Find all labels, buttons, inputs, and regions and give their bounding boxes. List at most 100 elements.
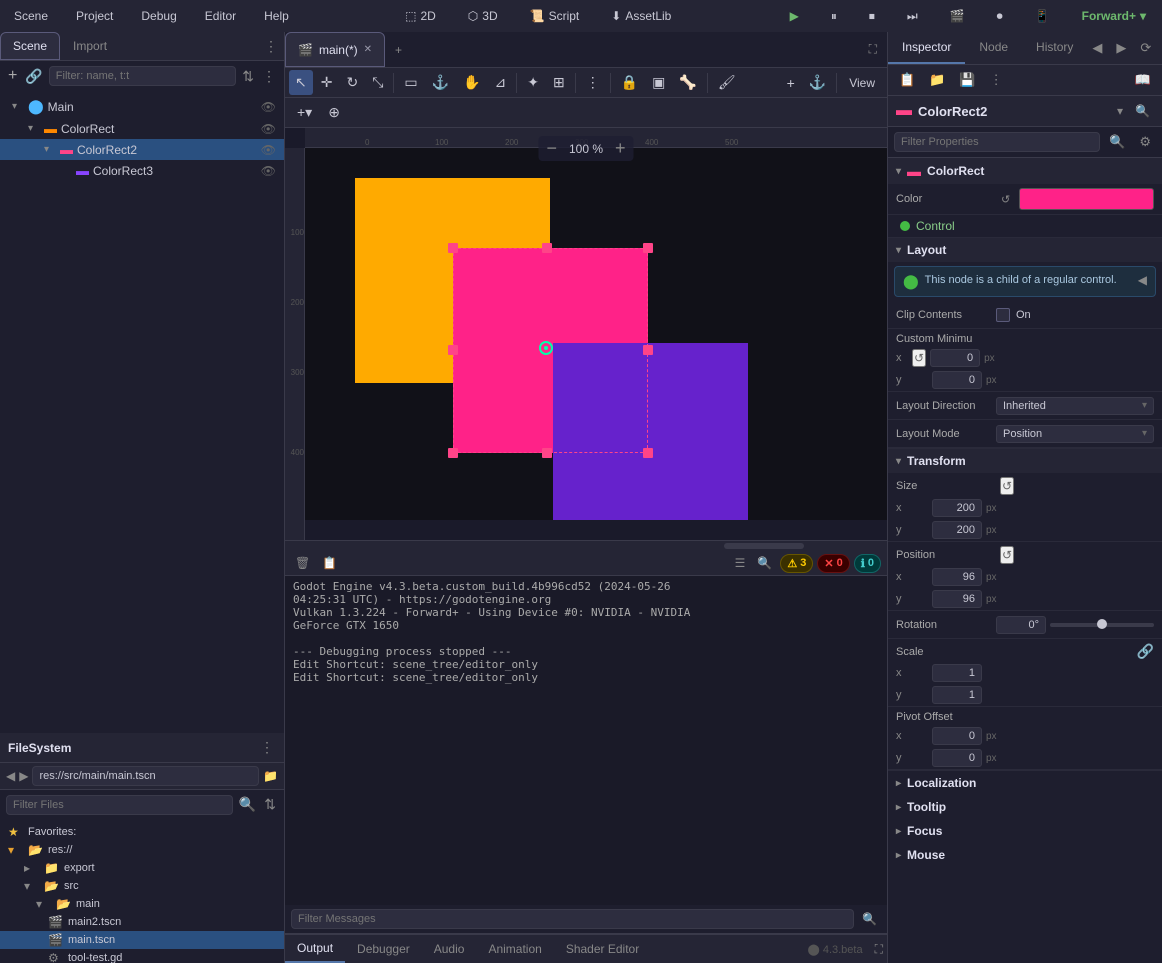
info-collapse-button[interactable]: ◀ bbox=[1138, 273, 1147, 287]
fs-item-res[interactable]: ▾ 📂 res:// bbox=[0, 841, 284, 859]
node-header-search[interactable]: 🔍 bbox=[1131, 102, 1154, 120]
handle-tm[interactable] bbox=[542, 243, 552, 253]
path-folder-button[interactable]: 📁 bbox=[263, 769, 278, 783]
console-list-button[interactable]: ☰ bbox=[731, 554, 750, 572]
tab-animation[interactable]: Animation bbox=[476, 936, 553, 962]
visibility-icon-cr3[interactable]: 👁 bbox=[261, 164, 276, 178]
console-filter-search-button[interactable]: 🔍 bbox=[858, 910, 881, 928]
center-snap[interactable]: ⊕ bbox=[322, 100, 346, 125]
tab-node[interactable]: Node bbox=[965, 32, 1022, 64]
scene-menu-button[interactable]: ⋮ bbox=[262, 36, 280, 57]
mode-2d-button[interactable]: ⬚ 2D bbox=[397, 7, 444, 25]
tab-shader-editor[interactable]: Shader Editor bbox=[554, 936, 651, 962]
fs-item-main-tscn[interactable]: 🎬 main.tscn bbox=[0, 931, 284, 949]
step-button[interactable]: ⏭ bbox=[899, 7, 926, 26]
play-button[interactable]: ▶ bbox=[782, 7, 807, 25]
grid-tool[interactable]: ⊞ bbox=[547, 70, 571, 95]
lock-tool[interactable]: 🔒 bbox=[615, 70, 644, 95]
inspector-folder-button[interactable]: 📁 bbox=[924, 69, 950, 91]
movie-mode-button[interactable]: 🎬 bbox=[942, 7, 973, 25]
tab-inspector[interactable]: Inspector bbox=[888, 32, 965, 64]
handle-mr[interactable] bbox=[643, 345, 653, 355]
view-button[interactable]: View bbox=[841, 74, 883, 92]
color-swatch[interactable] bbox=[1019, 188, 1154, 210]
fs-item-main2[interactable]: 🎬 main2.tscn bbox=[0, 913, 284, 931]
rotate-tool[interactable]: ↻ bbox=[340, 70, 364, 95]
layout-direction-dropdown[interactable]: Inherited ▾ bbox=[996, 397, 1154, 415]
focus-section-header[interactable]: ▸ Focus bbox=[888, 819, 1162, 843]
viewport-add-button[interactable]: + bbox=[781, 71, 801, 95]
tab-history[interactable]: History bbox=[1022, 32, 1087, 64]
canvas-area[interactable]: ✛ bbox=[305, 148, 887, 520]
record-button[interactable]: ⏺ bbox=[989, 7, 1011, 26]
maximize-viewport-button[interactable]: ⛶ bbox=[859, 36, 887, 63]
path-input[interactable] bbox=[32, 766, 259, 786]
pivot-y-input[interactable] bbox=[932, 749, 982, 767]
filter-settings-icon[interactable]: ⚙ bbox=[1134, 131, 1156, 153]
bone-tool[interactable]: 🦴 bbox=[673, 70, 702, 95]
scale-link-icon[interactable]: 🔗 bbox=[1137, 643, 1154, 660]
warn-badge[interactable]: ⚠ 3 bbox=[780, 554, 813, 573]
menu-project[interactable]: Project bbox=[70, 7, 119, 25]
handle-tl[interactable] bbox=[448, 243, 458, 253]
add-tab-button[interactable]: + bbox=[385, 37, 412, 63]
custom-min-y-input[interactable] bbox=[932, 371, 982, 389]
pivot-handle[interactable] bbox=[539, 341, 553, 355]
anchor-tool[interactable]: ⚓ bbox=[426, 70, 455, 95]
snap-dropdown[interactable]: +▾ bbox=[291, 100, 318, 125]
transform-section-header[interactable]: ▾ Transform bbox=[888, 449, 1162, 473]
link-node-button[interactable]: 🔗 bbox=[23, 66, 44, 87]
scene-options-button[interactable]: ⋮ bbox=[260, 66, 278, 87]
visibility-icon-cr[interactable]: 👁 bbox=[261, 122, 276, 136]
main-tab-close[interactable]: ✕ bbox=[364, 44, 372, 55]
scale-x-input[interactable] bbox=[932, 664, 982, 682]
position-reset-button[interactable]: ↺ bbox=[1000, 546, 1014, 564]
console-copy-button[interactable]: 📋 bbox=[318, 554, 341, 572]
tree-item-main[interactable]: ▾ ⬤ Main 👁 bbox=[0, 95, 284, 118]
custom-min-x-input[interactable] bbox=[930, 349, 980, 367]
custom-min-reset[interactable]: ↺ bbox=[912, 349, 926, 367]
handle-tr[interactable] bbox=[643, 243, 653, 253]
tab-scene[interactable]: Scene bbox=[0, 32, 60, 60]
mouse-section-header[interactable]: ▸ Mouse bbox=[888, 843, 1162, 867]
filter-search-icon[interactable]: 🔍 bbox=[1104, 131, 1130, 153]
fs-item-tool-test[interactable]: ⚙ tool-test.gd bbox=[0, 949, 284, 963]
inspector-save-button[interactable]: 💾 bbox=[954, 69, 980, 91]
assetlib-button[interactable]: ⬇ AssetLib bbox=[603, 7, 679, 25]
inspector-node-props-button[interactable]: 📋 bbox=[894, 69, 920, 91]
tree-item-colorrect[interactable]: ▾ ▬ ColorRect 👁 bbox=[0, 118, 284, 139]
tab-output[interactable]: Output bbox=[285, 935, 345, 963]
inspector-forward-button[interactable]: ▶ bbox=[1111, 37, 1131, 59]
purple-rect[interactable] bbox=[553, 343, 748, 520]
script-button[interactable]: 📜 Script bbox=[522, 7, 588, 25]
visibility-icon-cr2[interactable]: 👁 bbox=[261, 143, 276, 157]
tab-debugger[interactable]: Debugger bbox=[345, 936, 422, 962]
filesystem-menu-button[interactable]: ⋮ bbox=[258, 737, 276, 758]
pivot-x-input[interactable] bbox=[932, 727, 982, 745]
add-node-button[interactable]: + bbox=[6, 65, 19, 87]
group-tool[interactable]: ▣ bbox=[646, 70, 671, 95]
mode-3d-button[interactable]: ⬡ 3D bbox=[460, 7, 506, 25]
path-back-button[interactable]: ◀ bbox=[6, 769, 15, 783]
error-badge[interactable]: ✕ 0 bbox=[817, 554, 849, 573]
viewport-canvas[interactable]: 0 100 200 300 400 500 100 200 300 400 ✛ bbox=[285, 128, 887, 540]
tree-item-colorrect2[interactable]: ▾ ▬ ColorRect2 👁 bbox=[0, 139, 284, 160]
deploy-button[interactable]: 📱 bbox=[1027, 7, 1058, 25]
scale-tool[interactable]: ⤡ bbox=[366, 70, 389, 95]
inspector-home-button[interactable]: ⟳ bbox=[1135, 37, 1156, 59]
menu-editor[interactable]: Editor bbox=[199, 7, 242, 25]
handle-ml[interactable] bbox=[448, 345, 458, 355]
move-tool[interactable]: ✛ bbox=[315, 70, 339, 95]
pan-tool[interactable]: ✋ bbox=[457, 70, 486, 95]
localization-section-header[interactable]: ▸ Localization bbox=[888, 771, 1162, 795]
console-expand-button[interactable]: ⛶ bbox=[871, 940, 887, 959]
layout-section-header[interactable]: ▾ Layout bbox=[888, 238, 1162, 262]
menu-help[interactable]: Help bbox=[258, 7, 295, 25]
scene-sort-button[interactable]: ⇅ bbox=[240, 66, 256, 87]
filesystem-sort-button[interactable]: ⇅ bbox=[262, 794, 278, 815]
snap-line-tool[interactable]: ⊿ bbox=[489, 70, 513, 95]
size-y-input[interactable] bbox=[932, 521, 982, 539]
pause-button[interactable]: ⏸ bbox=[823, 7, 845, 26]
fs-item-export[interactable]: ▸ 📁 export bbox=[0, 859, 284, 877]
fs-item-main-folder[interactable]: ▾ 📂 main bbox=[0, 895, 284, 913]
